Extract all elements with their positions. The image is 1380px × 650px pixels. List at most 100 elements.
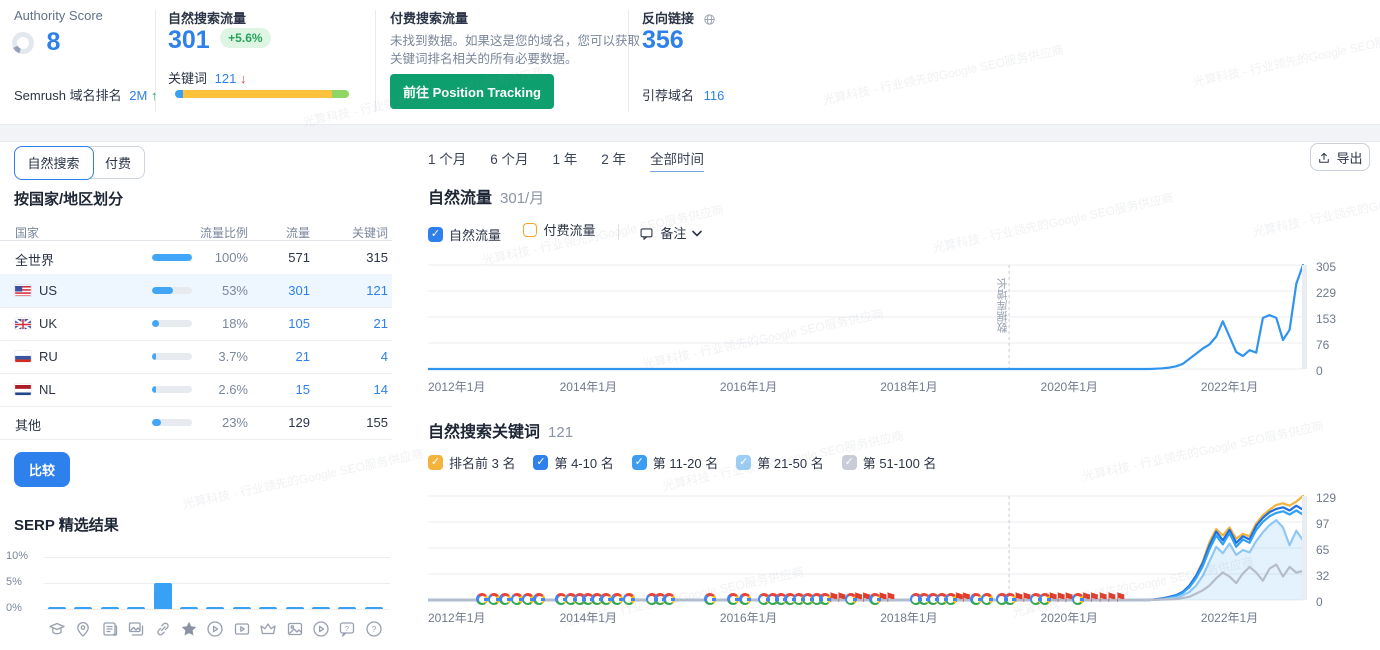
keywords-value[interactable]: 21	[328, 316, 388, 331]
alert-flag-icon[interactable]: ⚑	[885, 591, 897, 604]
top-stories-icon[interactable]	[259, 620, 277, 638]
images-icon[interactable]	[127, 620, 145, 638]
serp-bar-reviews[interactable]	[180, 606, 198, 609]
sitelinks-icon[interactable]	[154, 620, 172, 638]
pct-value: 100%	[214, 250, 248, 265]
google-update-icon[interactable]	[611, 593, 624, 605]
backlinks-label-row: 反向链接	[642, 8, 716, 27]
position-tracking-button[interactable]: 前往 Position Tracking	[390, 74, 554, 109]
compare-button[interactable]: 比较	[14, 452, 71, 487]
serp-bar-featured-video[interactable]	[232, 606, 251, 609]
video-carousel-icon[interactable]	[312, 620, 330, 638]
organic-traffic-chart[interactable]	[428, 263, 1307, 371]
serp-bar-top-stories[interactable]	[259, 606, 278, 609]
period-tab-group: 1 个月 6 个月 1 年 2 年 全部时间	[428, 148, 728, 172]
alert-flag-icon[interactable]: ⚑	[1115, 591, 1127, 604]
semrush-rank-label: Semrush 域名排名	[14, 88, 122, 103]
referring-domains-value-link[interactable]: 116	[704, 88, 725, 103]
keywords-value-link[interactable]: 121	[215, 71, 237, 86]
legend-checkbox-第51-100名[interactable]: ✓ 第 51-100 名	[841, 453, 936, 472]
row-divider	[0, 439, 392, 440]
export-button[interactable]: 导出	[1310, 143, 1370, 171]
x-tick-label: 2018年1月	[880, 380, 938, 394]
x-tick-label: 2014年1月	[559, 380, 617, 394]
country-row-US[interactable]: US 53% 301 121	[0, 274, 392, 307]
legend-checkbox-第11-20名[interactable]: ✓ 第 11-20 名	[631, 453, 718, 472]
google-update-icon[interactable]	[739, 593, 752, 605]
watermark-text: 光算科技 - 行业领先的Google SEO服务供应商	[1251, 175, 1380, 240]
google-update-icon[interactable]	[622, 593, 635, 605]
x-tick-label: 2020年1月	[1040, 380, 1098, 394]
legend-checkbox-排名前3名[interactable]: ✓ 排名前 3 名	[428, 453, 515, 472]
period-tab-6个月[interactable]: 6 个月	[490, 148, 528, 171]
country-row-RU[interactable]: RU 3.7% 21 4	[0, 340, 392, 373]
traffic-value[interactable]: 105	[258, 316, 310, 331]
serp-bar-image-pack[interactable]	[285, 606, 304, 609]
y-tick-label: 76	[1316, 338, 1330, 352]
knowledge-graph-icon[interactable]	[48, 620, 66, 638]
organic-traffic-delta-badge: +5.6%	[220, 28, 271, 48]
x-tick-label: 2012年1月	[428, 380, 486, 394]
country-row-NL[interactable]: NL 2.6% 15 14	[0, 373, 392, 406]
paid-traffic-checkbox-label: 付费流量	[543, 223, 596, 238]
period-tab-1个月[interactable]: 1 个月	[428, 148, 466, 171]
tab-organic[interactable]: 自然搜索	[13, 145, 94, 180]
others-icon[interactable]: ?	[365, 620, 383, 638]
organic-traffic-title: 自然流量	[428, 190, 493, 207]
news-icon[interactable]	[101, 620, 119, 638]
traffic-value[interactable]: 301	[258, 283, 310, 298]
period-tab-全部时间[interactable]: 全部时间	[650, 148, 705, 172]
tab-paid[interactable]: 付费	[92, 147, 144, 178]
google-update-icon[interactable]	[521, 593, 534, 605]
ru-flag-icon	[15, 351, 31, 362]
country-row-全世界[interactable]: 全世界 100% 571 315	[0, 241, 392, 274]
semrush-rank-value-link[interactable]: 2M	[129, 88, 147, 103]
serp-bar-video[interactable]	[206, 606, 225, 609]
google-update-icon[interactable]	[980, 593, 993, 605]
serp-bar-video-carousel[interactable]	[312, 606, 330, 609]
organic-traffic-checkbox-label: 自然流量	[449, 227, 502, 243]
organic-keywords-title-value: 121	[548, 424, 574, 441]
paid-traffic-label: 付费搜索流量	[390, 11, 469, 26]
legend-checkbox-第4-10名[interactable]: ✓ 第 4-10 名	[533, 453, 614, 472]
local-pack-icon[interactable]	[74, 620, 92, 638]
google-update-icon[interactable]	[487, 593, 500, 605]
keywords-value[interactable]: 4	[328, 349, 388, 364]
google-update-icon[interactable]	[704, 593, 717, 605]
google-update-icon[interactable]	[533, 593, 546, 605]
backlinks-value: 356	[642, 26, 684, 54]
google-update-icon[interactable]	[476, 593, 489, 605]
google-update-icon[interactable]	[510, 593, 523, 605]
google-update-icon[interactable]	[727, 593, 740, 605]
serp-bar-knowledge-graph[interactable]	[48, 606, 66, 609]
google-update-icon[interactable]	[499, 593, 512, 605]
reviews-icon[interactable]	[180, 620, 198, 638]
referring-domains-label: 引荐域名	[642, 88, 695, 103]
keywords-value[interactable]: 121	[328, 283, 388, 298]
video-icon[interactable]	[206, 620, 224, 638]
traffic-value[interactable]: 21	[258, 349, 310, 364]
serp-bar-local-pack[interactable]	[74, 606, 93, 609]
country-row-其他[interactable]: 其他 23% 129 155	[0, 406, 392, 439]
notes-dropdown[interactable]: 备注	[639, 223, 703, 242]
serp-features-title: SERP 精选结果	[14, 517, 119, 534]
serp-bar-news[interactable]	[100, 606, 119, 609]
featured-video-icon[interactable]	[233, 620, 251, 638]
period-tab-1年[interactable]: 1 年	[553, 148, 578, 171]
organic-keywords-chart[interactable]	[428, 494, 1307, 602]
legend-checkbox-第21-50名[interactable]: ✓ 第 21-50 名	[736, 453, 824, 472]
serp-bar-others[interactable]	[364, 606, 383, 609]
serp-bar-sitelinks[interactable]	[153, 583, 172, 609]
serp-bar-faq[interactable]	[338, 606, 357, 609]
country-row-UK[interactable]: UK 18% 105 21	[0, 307, 392, 340]
image-pack-icon[interactable]	[286, 620, 304, 638]
serp-bar-images[interactable]	[127, 606, 146, 609]
svg-text:?: ?	[371, 624, 376, 634]
traffic-value[interactable]: 15	[258, 382, 310, 397]
period-tab-2年[interactable]: 2 年	[601, 148, 626, 171]
faq-icon[interactable]: ?	[338, 620, 356, 638]
google-update-icon[interactable]	[970, 593, 983, 605]
keywords-value[interactable]: 14	[328, 382, 388, 397]
paid-traffic-checkbox[interactable]: 付费流量	[523, 220, 595, 239]
organic-traffic-checkbox[interactable]: ✓ 自然流量	[428, 225, 501, 244]
